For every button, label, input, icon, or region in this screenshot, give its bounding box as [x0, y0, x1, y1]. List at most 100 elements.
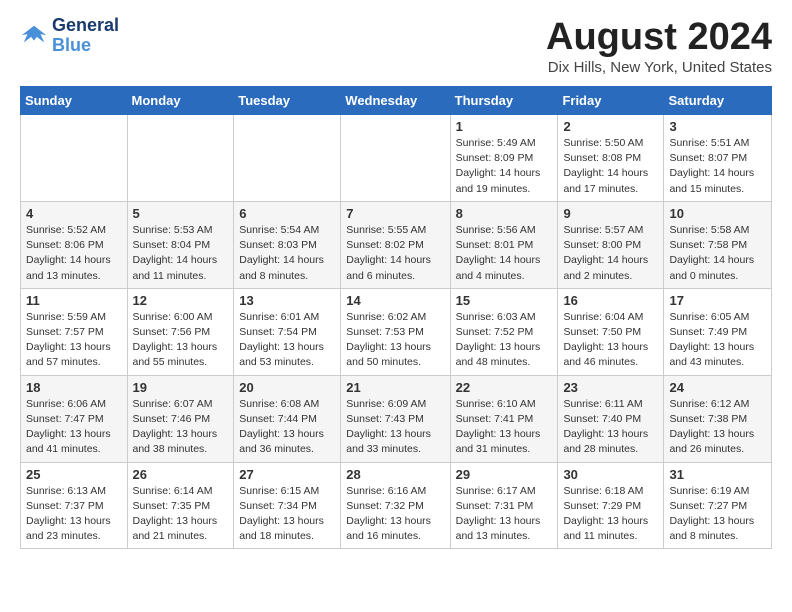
page-header: General Blue August 2024 Dix Hills, New … — [20, 16, 772, 76]
calendar-cell: 17 Sunrise: 6:05 AM Sunset: 7:49 PM Dayli… — [664, 288, 772, 375]
day-number: 20 — [239, 380, 335, 395]
calendar-cell: 25Sunrise: 6:13 AM Sunset: 7:37 PM Dayli… — [21, 462, 128, 549]
day-info: Sunrise: 6:07 AM Sunset: 7:46 PM Dayligh… — [133, 397, 229, 458]
day-info: Sunrise: 6:19 AM Sunset: 7:27 PM Dayligh… — [669, 484, 766, 545]
day-number: 4 — [26, 206, 122, 221]
calendar-cell: 24 Sunrise: 6:12 AM Sunset: 7:38 PM Dayli… — [664, 375, 772, 462]
calendar-cell: 18 Sunrise: 6:06 AM Sunset: 7:47 PM Dayli… — [21, 375, 128, 462]
day-number: 21 — [346, 380, 444, 395]
day-number: 19 — [133, 380, 229, 395]
calendar-header-row: SundayMondayTuesdayWednesdayThursdayFrid… — [21, 87, 772, 115]
day-number: 14 — [346, 293, 444, 308]
day-info: Sunrise: 5:50 AM Sunset: 8:08 PM Dayligh… — [563, 136, 658, 197]
day-info: Sunrise: 6:01 AM Sunset: 7:54 PM Dayligh… — [239, 310, 335, 371]
calendar-cell — [127, 115, 234, 202]
day-number: 12 — [133, 293, 229, 308]
calendar-week-row: 11 Sunrise: 5:59 AM Sunset: 7:57 PM Dayli… — [21, 288, 772, 375]
day-info: Sunrise: 6:03 AM Sunset: 7:52 PM Dayligh… — [456, 310, 553, 371]
day-number: 17 — [669, 293, 766, 308]
month-title: August 2024 — [546, 16, 772, 59]
day-number: 8 — [456, 206, 553, 221]
day-header-wednesday: Wednesday — [341, 87, 450, 115]
day-number: 28 — [346, 467, 444, 482]
calendar-cell: 29 Sunrise: 6:17 AM Sunset: 7:31 PM Dayli… — [450, 462, 558, 549]
day-info: Sunrise: 6:10 AM Sunset: 7:41 PM Dayligh… — [456, 397, 553, 458]
day-number: 11 — [26, 293, 122, 308]
calendar-cell: 13 Sunrise: 6:01 AM Sunset: 7:54 PM Dayli… — [234, 288, 341, 375]
calendar-cell: 15 Sunrise: 6:03 AM Sunset: 7:52 PM Dayli… — [450, 288, 558, 375]
day-number: 16 — [563, 293, 658, 308]
calendar-cell: 6 Sunrise: 5:54 AM Sunset: 8:03 PM Daylig… — [234, 201, 341, 288]
day-info: Sunrise: 5:56 AM Sunset: 8:01 PM Dayligh… — [456, 223, 553, 284]
day-info: Sunrise: 6:04 AM Sunset: 7:50 PM Dayligh… — [563, 310, 658, 371]
calendar-cell: 1Sunrise: 5:49 AM Sunset: 8:09 PM Daylig… — [450, 115, 558, 202]
calendar-cell: 8 Sunrise: 5:56 AM Sunset: 8:01 PM Daylig… — [450, 201, 558, 288]
day-number: 25 — [26, 467, 122, 482]
day-number: 6 — [239, 206, 335, 221]
calendar-cell: 16 Sunrise: 6:04 AM Sunset: 7:50 PM Dayli… — [558, 288, 664, 375]
day-info: Sunrise: 6:06 AM Sunset: 7:47 PM Dayligh… — [26, 397, 122, 458]
day-info: Sunrise: 5:55 AM Sunset: 8:02 PM Dayligh… — [346, 223, 444, 284]
calendar-cell: 12Sunrise: 6:00 AM Sunset: 7:56 PM Dayli… — [127, 288, 234, 375]
calendar-cell: 20 Sunrise: 6:08 AM Sunset: 7:44 PM Dayli… — [234, 375, 341, 462]
calendar-cell: 5 Sunrise: 5:53 AM Sunset: 8:04 PM Daylig… — [127, 201, 234, 288]
day-number: 31 — [669, 467, 766, 482]
calendar-cell: 28Sunrise: 6:16 AM Sunset: 7:32 PM Dayli… — [341, 462, 450, 549]
day-info: Sunrise: 5:57 AM Sunset: 8:00 PM Dayligh… — [563, 223, 658, 284]
day-info: Sunrise: 5:59 AM Sunset: 7:57 PM Dayligh… — [26, 310, 122, 371]
calendar-cell — [341, 115, 450, 202]
calendar-cell: 11 Sunrise: 5:59 AM Sunset: 7:57 PM Dayli… — [21, 288, 128, 375]
day-header-tuesday: Tuesday — [234, 87, 341, 115]
day-number: 30 — [563, 467, 658, 482]
calendar-cell: 9 Sunrise: 5:57 AM Sunset: 8:00 PM Daylig… — [558, 201, 664, 288]
day-number: 18 — [26, 380, 122, 395]
day-info: Sunrise: 5:58 AM Sunset: 7:58 PM Dayligh… — [669, 223, 766, 284]
calendar-week-row: 1Sunrise: 5:49 AM Sunset: 8:09 PM Daylig… — [21, 115, 772, 202]
calendar-cell: 10Sunrise: 5:58 AM Sunset: 7:58 PM Dayli… — [664, 201, 772, 288]
day-number: 15 — [456, 293, 553, 308]
day-info: Sunrise: 6:02 AM Sunset: 7:53 PM Dayligh… — [346, 310, 444, 371]
calendar-cell: 14 Sunrise: 6:02 AM Sunset: 7:53 PM Dayli… — [341, 288, 450, 375]
day-number: 22 — [456, 380, 553, 395]
calendar-cell: 21 Sunrise: 6:09 AM Sunset: 7:43 PM Dayli… — [341, 375, 450, 462]
day-info: Sunrise: 6:09 AM Sunset: 7:43 PM Dayligh… — [346, 397, 444, 458]
day-info: Sunrise: 6:05 AM Sunset: 7:49 PM Dayligh… — [669, 310, 766, 371]
calendar-cell: 31 Sunrise: 6:19 AM Sunset: 7:27 PM Dayli… — [664, 462, 772, 549]
day-info: Sunrise: 5:53 AM Sunset: 8:04 PM Dayligh… — [133, 223, 229, 284]
day-info: Sunrise: 6:18 AM Sunset: 7:29 PM Dayligh… — [563, 484, 658, 545]
day-number: 13 — [239, 293, 335, 308]
day-header-sunday: Sunday — [21, 87, 128, 115]
location: Dix Hills, New York, United States — [546, 59, 772, 76]
calendar-cell: 2 Sunrise: 5:50 AM Sunset: 8:08 PM Daylig… — [558, 115, 664, 202]
calendar-cell — [234, 115, 341, 202]
logo-text: General Blue — [52, 16, 119, 56]
day-info: Sunrise: 6:17 AM Sunset: 7:31 PM Dayligh… — [456, 484, 553, 545]
day-number: 29 — [456, 467, 553, 482]
day-header-monday: Monday — [127, 87, 234, 115]
day-number: 5 — [133, 206, 229, 221]
day-info: Sunrise: 6:08 AM Sunset: 7:44 PM Dayligh… — [239, 397, 335, 458]
day-number: 27 — [239, 467, 335, 482]
day-number: 7 — [346, 206, 444, 221]
day-header-thursday: Thursday — [450, 87, 558, 115]
day-number: 2 — [563, 119, 658, 134]
day-number: 3 — [669, 119, 766, 134]
day-number: 9 — [563, 206, 658, 221]
calendar-cell: 23Sunrise: 6:11 AM Sunset: 7:40 PM Dayli… — [558, 375, 664, 462]
title-block: August 2024 Dix Hills, New York, United … — [546, 16, 772, 76]
day-info: Sunrise: 5:49 AM Sunset: 8:09 PM Dayligh… — [456, 136, 553, 197]
logo: General Blue — [20, 16, 119, 56]
calendar-cell: 26 Sunrise: 6:14 AM Sunset: 7:35 PM Dayli… — [127, 462, 234, 549]
day-info: Sunrise: 6:15 AM Sunset: 7:34 PM Dayligh… — [239, 484, 335, 545]
day-info: Sunrise: 6:11 AM Sunset: 7:40 PM Dayligh… — [563, 397, 658, 458]
calendar-week-row: 25Sunrise: 6:13 AM Sunset: 7:37 PM Dayli… — [21, 462, 772, 549]
day-info: Sunrise: 5:54 AM Sunset: 8:03 PM Dayligh… — [239, 223, 335, 284]
logo-icon — [20, 22, 48, 50]
day-info: Sunrise: 6:12 AM Sunset: 7:38 PM Dayligh… — [669, 397, 766, 458]
day-info: Sunrise: 5:51 AM Sunset: 8:07 PM Dayligh… — [669, 136, 766, 197]
day-info: Sunrise: 6:14 AM Sunset: 7:35 PM Dayligh… — [133, 484, 229, 545]
day-number: 26 — [133, 467, 229, 482]
calendar-cell: 7 Sunrise: 5:55 AM Sunset: 8:02 PM Daylig… — [341, 201, 450, 288]
calendar-cell: 19 Sunrise: 6:07 AM Sunset: 7:46 PM Dayli… — [127, 375, 234, 462]
day-number: 24 — [669, 380, 766, 395]
